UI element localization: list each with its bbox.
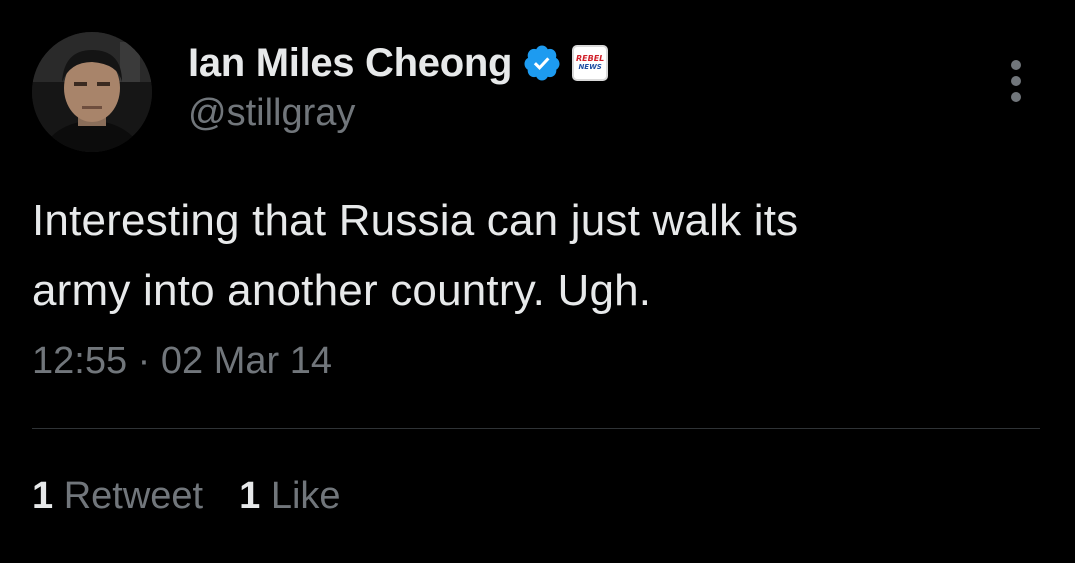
affiliate-badge-line2: NEWS: [578, 63, 602, 71]
tweet-timestamp[interactable]: 12:55 · 02 Mar 14: [32, 340, 332, 383]
likes-label: Like: [270, 475, 341, 517]
avatar-image: [32, 32, 152, 152]
retweets-stat[interactable]: 1 Retweet: [32, 475, 203, 518]
more-dot: [1011, 76, 1021, 86]
meta-separator: ·: [137, 340, 151, 382]
retweets-count: 1: [32, 475, 54, 517]
more-dot: [1011, 60, 1021, 70]
tweet-text-line: army into another country. Ugh.: [32, 266, 652, 315]
verified-badge-icon[interactable]: [522, 43, 562, 83]
tweet-stats: 1 Retweet 1 Like: [32, 475, 377, 518]
display-name[interactable]: Ian Miles Cheong: [188, 41, 512, 86]
name-row: Ian Miles Cheong REBEL NEWS: [188, 38, 609, 88]
user-handle[interactable]: @stillgray: [188, 92, 355, 135]
retweets-label: Retweet: [63, 475, 204, 517]
tweet-card: Ian Miles Cheong REBEL NEWS @stillgray I…: [0, 0, 1075, 563]
more-dot: [1011, 92, 1021, 102]
affiliate-badge[interactable]: REBEL NEWS: [572, 45, 609, 81]
divider: [32, 428, 1040, 429]
affiliate-badge-line1: REBEL: [575, 54, 605, 63]
more-options-icon[interactable]: [996, 56, 1036, 106]
tweet-date: 02 Mar 14: [160, 340, 332, 382]
likes-stat[interactable]: 1 Like: [239, 475, 340, 518]
tweet-text-line: Interesting that Russia can just walk it…: [32, 196, 799, 245]
tweet-time: 12:55: [32, 340, 128, 382]
tweet-text: Interesting that Russia can just walk it…: [32, 186, 1042, 326]
avatar[interactable]: [32, 32, 152, 152]
likes-count: 1: [239, 475, 261, 517]
